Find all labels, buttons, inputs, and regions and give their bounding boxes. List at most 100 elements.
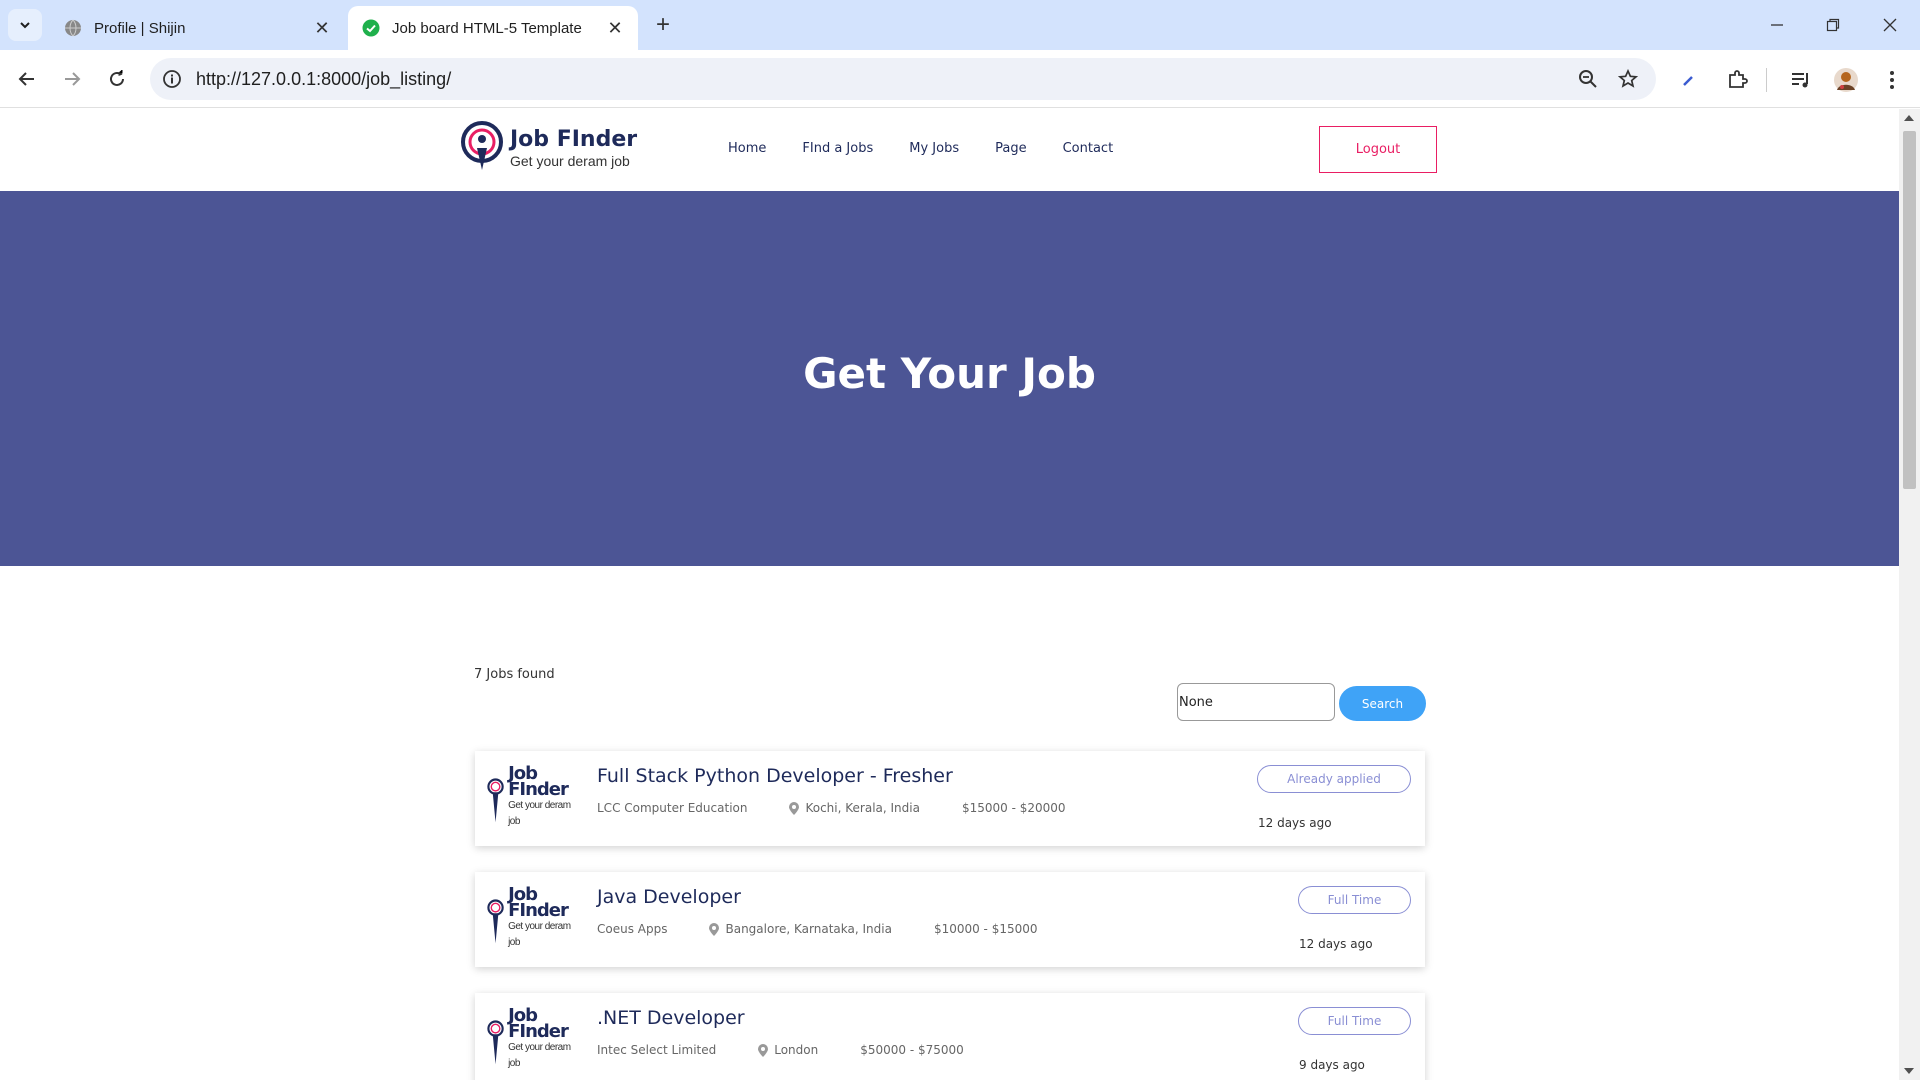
logo-name: Job FInder [510,127,638,152]
playlist-icon [1792,73,1808,88]
job-salary: $10000 - $15000 [933,922,1038,936]
job-finder-logo-icon [461,121,503,170]
job-posted: 12 days ago [1299,937,1373,951]
company-logo-tagline: Get your deram job [508,1042,571,1069]
job-title[interactable]: Java Developer [597,886,741,908]
star-icon [1618,69,1638,88]
tab-title: Profile | Shijin [94,19,186,37]
reload-icon [110,70,124,86]
job-company: Coeus Apps [597,922,668,936]
job-card[interactable]: Job FInder Get your deram job .NET Devel… [475,993,1425,1080]
toolbar-divider [1766,68,1767,92]
job-location-text: Bangalore, Karnataka, India [725,922,892,936]
main-nav: Home FInd a Jobs My Jobs Page Contact [728,141,1149,156]
close-tab-icon[interactable]: ✕ [313,18,331,38]
logout-button[interactable]: Logout [1319,126,1437,173]
job-location: London [758,1043,818,1057]
back-button[interactable] [10,62,44,96]
job-location: Bangalore, Karnataka, India [709,922,892,936]
avatar-icon [1834,68,1858,92]
job-location-text: Kochi, Kerala, India [805,801,920,815]
minimize-button[interactable] [1757,10,1797,40]
company-logo: Job FInder Get your deram job [487,761,575,835]
company-logo-tagline: Get your deram job [508,800,571,827]
forward-button[interactable] [55,62,89,96]
tab-job-board[interactable]: Job board HTML-5 Template ✕ [348,6,638,50]
jobs-count: 7 Jobs found [474,667,555,682]
job-finder-logo-icon [487,1020,504,1065]
company-logo: Job FInder Get your deram job [487,1003,575,1077]
logo-tagline: Get your deram job [510,153,630,169]
nav-home[interactable]: Home [728,141,766,156]
chevron-down-icon [20,22,30,29]
job-status-badge[interactable]: Already applied [1257,765,1411,793]
extensions-button[interactable] [1723,66,1751,94]
nav-my-jobs[interactable]: My Jobs [909,141,959,156]
job-posted: 9 days ago [1299,1058,1365,1072]
job-meta: LCC Computer Education Kochi, Kerala, In… [597,801,1066,815]
nav-find-jobs[interactable]: FInd a Jobs [802,141,873,156]
browser-toolbar: http://127.0.0.1:8000/job_listing/ [0,50,1920,108]
browser-tab-strip: Profile | Shijin ✕ Job board HTML-5 Temp… [0,0,1920,50]
extension-pen-button[interactable] [1674,66,1702,94]
scroll-up-arrow-icon[interactable] [1904,115,1914,121]
job-title[interactable]: .NET Developer [597,1007,745,1029]
scroll-down-arrow-icon[interactable] [1904,1068,1914,1074]
zoom-out-icon [1579,70,1597,88]
site-logo[interactable]: Job FInder Get your deram job [460,120,637,176]
job-salary: $50000 - $75000 [860,1043,964,1057]
info-icon[interactable] [162,69,182,89]
nav-page[interactable]: Page [995,141,1026,156]
close-icon [1883,18,1897,32]
close-tab-icon[interactable]: ✕ [606,18,624,38]
job-company: Intec Select Limited [597,1043,717,1057]
company-logo-tagline: Get your deram job [508,921,571,948]
site-header: Job FInder Get your deram job Home FInd … [0,109,1899,191]
search-input[interactable] [1177,683,1335,721]
job-card[interactable]: Job FInder Get your deram job Full Stack… [475,751,1425,846]
job-company: LCC Computer Education [597,801,748,815]
puzzle-icon [1729,70,1748,88]
hero-banner: Get Your Job [0,191,1899,566]
nav-contact[interactable]: Contact [1063,141,1114,156]
job-type-badge[interactable]: Full Time [1298,1007,1411,1035]
company-logo-name: Job FInder [508,884,569,921]
job-salary: $15000 - $20000 [961,801,1066,815]
media-control-button[interactable] [1787,66,1815,94]
menu-button[interactable] [1878,66,1906,94]
restore-button[interactable] [1813,10,1853,40]
new-tab-button[interactable]: + [650,11,676,38]
address-bar[interactable]: http://127.0.0.1:8000/job_listing/ [150,58,1656,100]
zoom-button[interactable] [1576,67,1600,91]
job-finder-logo-icon [487,778,504,823]
map-pin-icon [709,922,720,936]
arrow-left-icon [18,72,34,86]
job-location: Kochi, Kerala, India [789,801,920,815]
restore-icon [1826,18,1840,32]
url-text[interactable]: http://127.0.0.1:8000/job_listing/ [196,69,1576,90]
scrollbar-thumb[interactable] [1903,131,1916,489]
job-card[interactable]: Job FInder Get your deram job Java Devel… [475,872,1425,967]
map-pin-icon [789,801,800,815]
check-circle-icon [362,19,380,37]
profile-avatar[interactable] [1832,66,1860,94]
company-logo: Job FInder Get your deram job [487,882,575,956]
close-window-button[interactable] [1870,10,1910,40]
job-title[interactable]: Full Stack Python Developer - Fresher [597,765,953,787]
bookmark-button[interactable] [1616,67,1640,91]
job-finder-logo-icon [487,899,504,944]
arrow-right-icon [65,72,81,86]
company-logo-name: Job FInder [508,1005,569,1042]
minimize-icon [1771,24,1783,26]
reload-button[interactable] [100,62,134,96]
tab-profile[interactable]: Profile | Shijin ✕ [50,6,345,50]
map-pin-icon [758,1043,769,1057]
search-button[interactable]: Search [1339,686,1426,721]
tab-search-button[interactable] [8,9,42,41]
company-logo-name: Job FInder [508,763,569,800]
page-scrollbar[interactable] [1899,109,1920,1080]
job-type-badge[interactable]: Full Time [1298,886,1411,914]
page-viewport: Job FInder Get your deram job Home FInd … [0,109,1899,1080]
kebab-menu-icon [1890,71,1894,89]
globe-icon [65,19,81,37]
